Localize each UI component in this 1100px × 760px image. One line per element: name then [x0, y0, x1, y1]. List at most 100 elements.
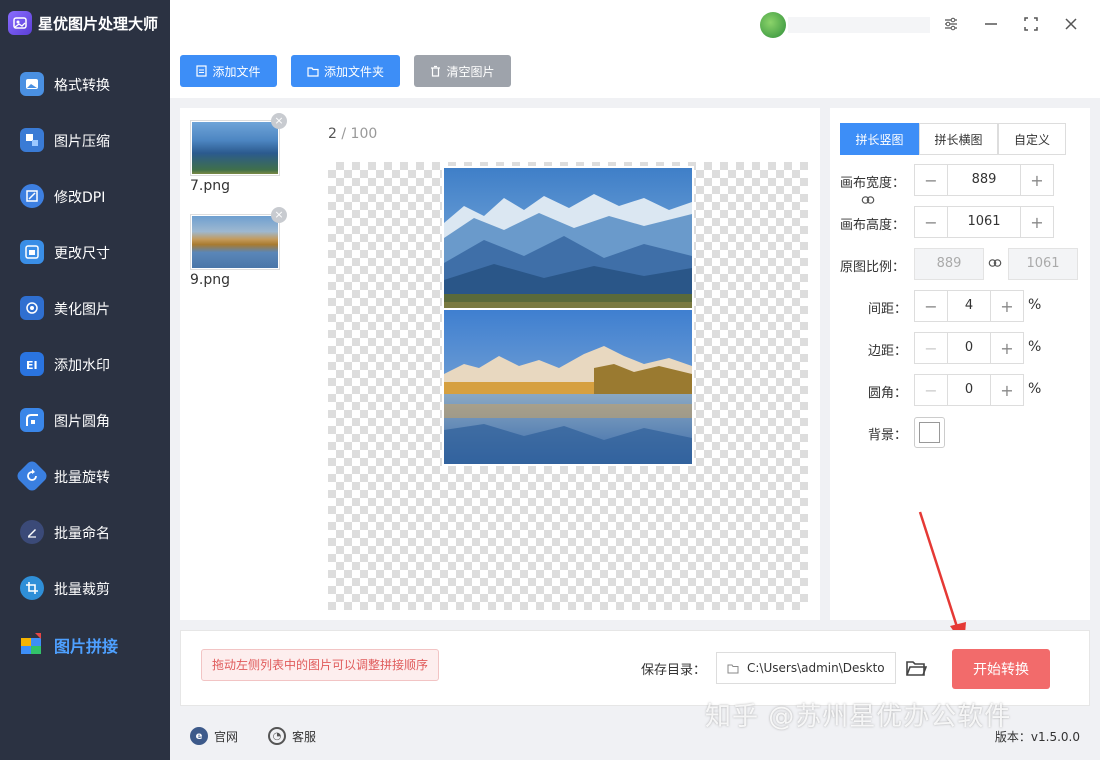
canvas-height-value[interactable]: 1061 [947, 207, 1021, 237]
total-pages: 100 [350, 126, 378, 142]
sidebar-item-format-convert[interactable]: 格式转换 [0, 61, 170, 107]
canvas-height-label: 画布高度： [840, 218, 906, 233]
app-title: 星优图片处理大师 [8, 8, 158, 38]
save-directory-field[interactable]: C:\Users\admin\Deskto [716, 652, 896, 684]
workspace-panel: × 7.png × 9.png 2 / 100 [180, 108, 820, 620]
add-file-button[interactable]: 添加文件 [180, 55, 277, 87]
sidebar-item-dpi[interactable]: 修改DPI [0, 173, 170, 219]
spacing-value[interactable]: 4 [947, 291, 991, 321]
add-folder-label: 添加文件夹 [323, 64, 384, 79]
support-link[interactable]: ◔ 客服 [268, 727, 316, 745]
increase-button[interactable]: + [991, 291, 1023, 321]
decrease-button[interactable]: − [915, 207, 947, 237]
decrease-button[interactable]: − [915, 291, 947, 321]
increase-button[interactable]: + [991, 333, 1023, 363]
sidebar-item-rounded-corner[interactable]: 图片圆角 [0, 397, 170, 443]
sidebar-item-label: 修改DPI [54, 190, 106, 206]
settings-panel: 拼长竖图 拼长横图 自定义 画布宽度： − 889 + 画布高度： − 1061… [830, 108, 1090, 646]
file-name: 9.png [190, 272, 231, 288]
increase-button[interactable]: + [1021, 165, 1053, 195]
save-directory-value: C:\Users\admin\Deskto [747, 661, 885, 675]
ratio-link-icon[interactable] [988, 257, 1002, 272]
watermark-icon: EI [20, 352, 44, 376]
tab-horizontal-stitch[interactable]: 拼长横图 [919, 123, 998, 155]
folder-icon [307, 66, 319, 77]
file-thumbnail[interactable]: × [190, 207, 287, 270]
sidebar: 星优图片处理大师 格式转换 图片压缩 修改DPI 更改尺寸 美化图片 EI 添加… [0, 0, 170, 760]
website-label: 官网 [214, 729, 239, 744]
sidebar-item-stitch[interactable]: 图片拼接 [0, 621, 170, 667]
clear-images-button[interactable]: 清空图片 [414, 55, 511, 87]
pointer-arrow [918, 511, 966, 646]
decrease-button[interactable]: − [915, 165, 947, 195]
browse-folder-icon[interactable] [905, 658, 928, 678]
sidebar-item-label: 添加水印 [54, 358, 110, 374]
page-counter: 2 / 100 [328, 126, 377, 142]
spacing-stepper[interactable]: − 4 + [914, 290, 1024, 322]
file-thumbnail[interactable]: × [190, 113, 287, 176]
margin-value[interactable]: 0 [947, 333, 991, 363]
current-page: 2 [328, 126, 337, 142]
sidebar-item-rename[interactable]: 批量命名 [0, 509, 170, 555]
svg-text:EI: EI [26, 359, 38, 372]
save-directory-label: 保存目录： [641, 663, 707, 678]
link-icon[interactable] [861, 194, 875, 209]
image-compress-icon [20, 128, 44, 152]
tab-custom[interactable]: 自定义 [998, 123, 1066, 155]
margin-stepper[interactable]: − 0 + [914, 332, 1024, 364]
background-color-picker[interactable] [914, 417, 945, 448]
sidebar-item-watermark[interactable]: EI 添加水印 [0, 341, 170, 387]
percent-sign: % [1028, 381, 1042, 397]
page-separator: / [336, 126, 351, 142]
canvas-width-value[interactable]: 889 [947, 165, 1021, 195]
canvas-width-label: 画布宽度： [840, 176, 906, 191]
corner-radius-value[interactable]: 0 [947, 375, 991, 405]
mountain-thumbnail-image [192, 122, 278, 174]
settings-icon[interactable] [939, 12, 963, 36]
background-color-swatch [919, 422, 940, 443]
sidebar-item-resize[interactable]: 更改尺寸 [0, 229, 170, 275]
website-link[interactable]: e 官网 [190, 727, 238, 745]
sidebar-item-label: 格式转换 [54, 78, 110, 94]
remove-file-icon[interactable]: × [271, 113, 287, 129]
sidebar-item-crop[interactable]: 批量裁剪 [0, 565, 170, 611]
ratio-width-value: 889 [914, 248, 984, 280]
close-icon[interactable] [1059, 12, 1083, 36]
crop-icon [20, 576, 44, 600]
spacing-label: 间距： [868, 302, 908, 317]
original-ratio-label: 原图比例： [840, 260, 906, 275]
decrease-button[interactable]: − [915, 375, 947, 405]
stitched-preview-image [444, 168, 692, 464]
lake-thumbnail-image [192, 216, 278, 268]
canvas-height-stepper[interactable]: − 1061 + [914, 206, 1054, 238]
add-folder-button[interactable]: 添加文件夹 [291, 55, 400, 87]
username-redacted [788, 17, 930, 33]
sidebar-item-label: 批量命名 [54, 526, 110, 542]
sidebar-item-label: 批量裁剪 [54, 582, 110, 598]
sidebar-item-image-compress[interactable]: 图片压缩 [0, 117, 170, 163]
increase-button[interactable]: + [1021, 207, 1053, 237]
minimize-icon[interactable] [979, 12, 1003, 36]
output-panel: 拖动左侧列表中的图片可以调整拼接顺序 保存目录： C:\Users\admin\… [180, 630, 1090, 706]
sidebar-item-label: 图片拼接 [54, 637, 119, 656]
sidebar-item-label: 图片压缩 [54, 134, 110, 150]
corner-radius-label: 圆角： [868, 386, 908, 401]
start-convert-button[interactable]: 开始转换 [952, 649, 1050, 689]
sidebar-item-label: 批量旋转 [54, 470, 110, 486]
website-icon: e [190, 727, 208, 745]
remove-file-icon[interactable]: × [271, 207, 287, 223]
canvas-width-stepper[interactable]: − 889 + [914, 164, 1054, 196]
decrease-button[interactable]: − [915, 333, 947, 363]
preview-canvas [328, 162, 808, 610]
corner-radius-stepper[interactable]: − 0 + [914, 374, 1024, 406]
tab-vertical-stitch[interactable]: 拼长竖图 [840, 123, 919, 155]
increase-button[interactable]: + [991, 375, 1023, 405]
stitched-image [442, 166, 694, 466]
maximize-icon[interactable] [1019, 12, 1043, 36]
app-title-text: 星优图片处理大师 [38, 14, 159, 33]
file-icon [196, 65, 208, 77]
stitch-icon [20, 632, 44, 656]
sidebar-item-beautify[interactable]: 美化图片 [0, 285, 170, 331]
sidebar-item-rotate[interactable]: 批量旋转 [0, 453, 170, 499]
avatar[interactable] [760, 12, 786, 38]
